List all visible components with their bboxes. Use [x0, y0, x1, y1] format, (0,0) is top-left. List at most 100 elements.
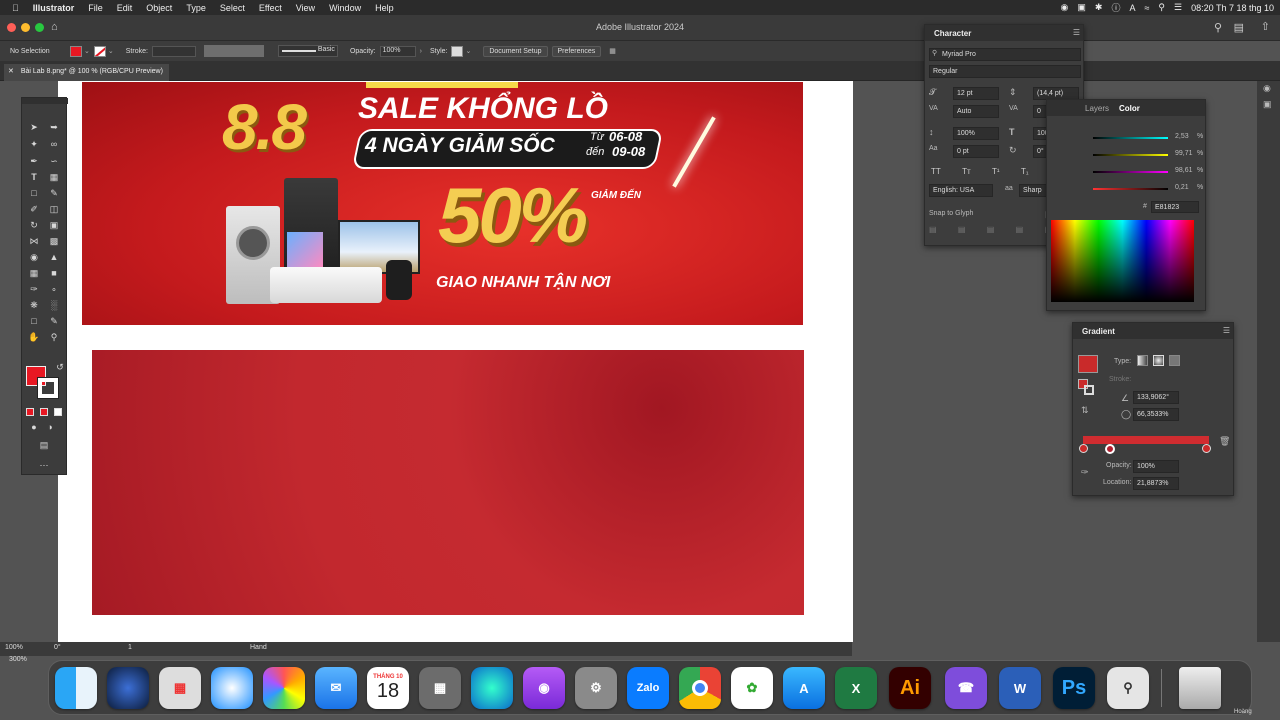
yellow-slider[interactable] — [1093, 171, 1168, 173]
swap-colors-icon[interactable]: ↺ — [52, 360, 68, 374]
properties-icon[interactable]: ◉ — [1263, 83, 1271, 94]
font-style-select[interactable]: Regular — [929, 65, 1081, 78]
calculator-icon[interactable]: ▦ — [419, 667, 461, 709]
none-mode-icon[interactable] — [54, 408, 62, 416]
menu-app-name[interactable]: Illustrator — [26, 3, 82, 13]
mail-icon[interactable]: ✉ — [315, 667, 357, 709]
lasso-tool-icon[interactable]: ∞ — [46, 137, 62, 151]
safari-icon[interactable] — [211, 667, 253, 709]
podcasts-icon[interactable]: ◉ — [523, 667, 565, 709]
preferences-button[interactable]: Preferences — [551, 45, 602, 57]
gradient-stop-selected[interactable] — [1105, 444, 1115, 454]
apple-icon[interactable]:  — [0, 3, 26, 13]
snap-xheight-icon[interactable]: ▤ — [958, 225, 966, 234]
wifi-icon[interactable]: ≈ — [1144, 3, 1149, 13]
blend-tool-icon[interactable]: ∘ — [46, 282, 62, 296]
layers-tab[interactable]: Layers — [1085, 104, 1109, 113]
menu-file[interactable]: File — [81, 3, 110, 13]
color-tab[interactable]: Color — [1119, 104, 1140, 113]
rotation-level[interactable]: 0° — [54, 644, 61, 651]
chevron-down-icon[interactable]: ⌄ — [108, 47, 114, 55]
share-icon[interactable]: ⇧ — [1261, 20, 1270, 33]
libraries-icon[interactable]: ▣ — [1263, 99, 1272, 110]
shape-builder-tool-icon[interactable]: ◉ — [26, 250, 42, 264]
panel-menu-icon[interactable]: ☰ — [1073, 28, 1080, 37]
pen-tool-icon[interactable]: ✒ — [26, 154, 42, 168]
gradient-stop-right[interactable] — [1202, 444, 1211, 453]
stroke-swatch[interactable] — [93, 45, 106, 57]
small-caps-icon[interactable]: Tт — [962, 167, 971, 176]
panel-menu-icon[interactable]: ☰ — [1223, 326, 1230, 335]
close-icon[interactable]: ✕ — [8, 68, 14, 75]
artboard-tool-icon[interactable]: □ — [26, 314, 42, 328]
selection-tool-icon[interactable]: ➤ — [26, 120, 42, 134]
superscript-icon[interactable]: T¹ — [992, 167, 1000, 176]
hex-input[interactable]: E81823 — [1151, 201, 1199, 213]
input-source-icon[interactable]: A — [1129, 3, 1135, 13]
fill-swatch[interactable] — [70, 45, 82, 57]
zalo-icon[interactable]: Zalo — [627, 667, 669, 709]
gradient-panel-title[interactable]: Gradient — [1073, 323, 1233, 339]
artboard-number[interactable]: 1 — [128, 644, 132, 651]
width-tool-icon[interactable]: ⋈ — [26, 234, 42, 248]
chevron-right-icon[interactable]: › — [420, 48, 422, 55]
menu-view[interactable]: View — [289, 3, 322, 13]
curvature-tool-icon[interactable]: ∽ — [46, 154, 62, 168]
arrange-icon[interactable]: ▦ — [609, 47, 616, 55]
delete-stop-icon[interactable]: 🗑 — [1219, 436, 1230, 447]
record-icon[interactable]: ◉ — [1061, 2, 1069, 13]
scale-tool-icon[interactable]: ▣ — [46, 218, 62, 232]
menu-edit[interactable]: Edit — [110, 3, 140, 13]
black-slider[interactable] — [1093, 188, 1168, 190]
font-family-input[interactable]: Myriad Pro — [929, 48, 1081, 61]
aspect-ratio-input[interactable]: 66,3533% — [1133, 408, 1179, 421]
variable-width-profile[interactable] — [203, 45, 264, 57]
menu-window[interactable]: Window — [322, 3, 368, 13]
bluetooth-icon[interactable]: ✱ — [1095, 2, 1103, 13]
character-panel-title[interactable]: Character — [925, 25, 1083, 41]
cyan-value[interactable]: 2,53 — [1175, 133, 1189, 140]
all-caps-icon[interactable]: TT — [931, 167, 941, 176]
direct-selection-tool-icon[interactable]: ➥ — [46, 120, 62, 134]
area-type-tool-icon[interactable]: ▦ — [46, 170, 62, 184]
help-icon[interactable]: ⓘ — [1111, 1, 1120, 14]
document-setup-button[interactable]: Document Setup — [483, 45, 548, 57]
draw-mode-icon[interactable]: ● — [26, 420, 42, 434]
mesh-tool-icon[interactable]: ▦ — [26, 266, 42, 280]
menu-help[interactable]: Help — [368, 3, 401, 13]
document-tab[interactable]: ✕ Bài Lab 8.png* @ 100 % (RGB/CPU Previe… — [4, 64, 169, 81]
menu-select[interactable]: Select — [213, 3, 252, 13]
freeform-gradient-button[interactable] — [1169, 355, 1180, 366]
slice-tool-icon[interactable]: ✎ — [46, 314, 62, 328]
red-gradient-rectangle[interactable] — [92, 350, 804, 615]
chrome-icon[interactable] — [679, 667, 721, 709]
zoom-tool-icon[interactable]: ⚲ — [46, 330, 62, 344]
gradient-angle-input[interactable]: 133,9062° — [1133, 391, 1179, 404]
magenta-slider[interactable] — [1093, 154, 1168, 156]
shaper-tool-icon[interactable]: ✐ — [26, 202, 42, 216]
menu-type[interactable]: Type — [179, 3, 213, 13]
app-store-icon[interactable]: A — [783, 667, 825, 709]
system-settings-icon[interactable]: ⚙ — [575, 667, 617, 709]
draw-behind-icon[interactable]: ◑ — [42, 420, 58, 434]
zoom-level[interactable]: 100% — [5, 644, 23, 651]
gradient-stop-left[interactable] — [1079, 444, 1088, 453]
hand-tool-icon[interactable]: ✋ — [26, 330, 42, 344]
linear-gradient-button[interactable] — [1137, 355, 1148, 366]
radial-gradient-button[interactable] — [1153, 355, 1164, 366]
kerning-input[interactable]: Auto — [953, 105, 999, 118]
finder-icon[interactable] — [55, 667, 97, 709]
rotate-tool-icon[interactable]: ↻ — [26, 218, 42, 232]
column-graph-tool-icon[interactable]: ░ — [46, 298, 62, 312]
launchpad-icon[interactable]: ▦ — [159, 667, 201, 709]
font-size-input[interactable]: 12 pt — [953, 87, 999, 100]
snap-baseline-icon[interactable]: ▤ — [929, 225, 937, 234]
snap-proximity-icon[interactable]: ▤ — [1016, 225, 1024, 234]
quicktime-icon[interactable]: ⚲ — [1107, 667, 1149, 709]
cinema4d-icon[interactable] — [107, 667, 149, 709]
magenta-value[interactable]: 99,71 — [1175, 150, 1193, 157]
color-spectrum[interactable] — [1051, 220, 1194, 302]
graphic-style-swatch[interactable] — [451, 45, 464, 57]
magic-wand-tool-icon[interactable]: ✦ — [26, 137, 42, 151]
subscript-icon[interactable]: T₁ — [1021, 167, 1029, 176]
